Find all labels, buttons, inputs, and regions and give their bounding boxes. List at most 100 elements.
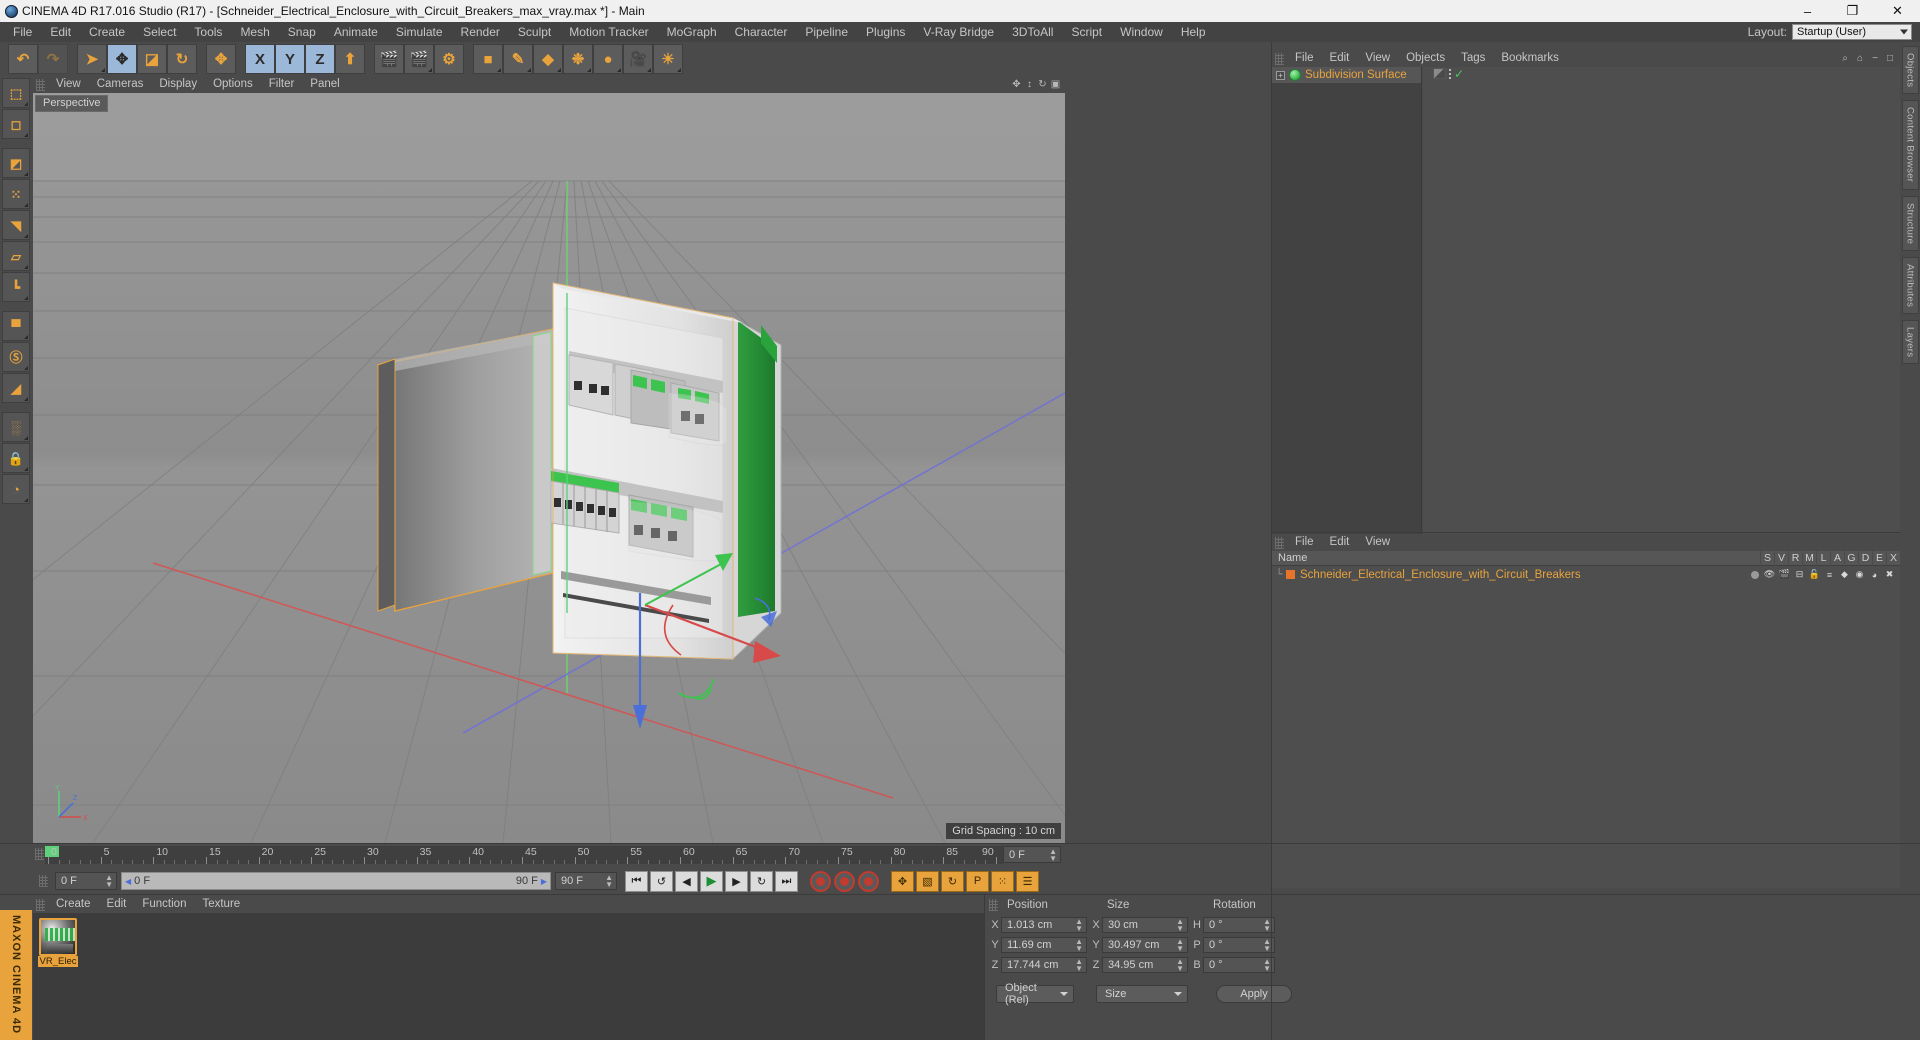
xpresso-icon[interactable]: ✖ (1883, 569, 1896, 580)
range-start-handle-icon[interactable]: ◀ (125, 877, 131, 886)
apply-button[interactable]: Apply (1216, 985, 1292, 1003)
column-header-name[interactable]: Name (1272, 552, 1760, 564)
panel-grip-icon[interactable] (36, 898, 45, 911)
flyout-corner-icon[interactable] (428, 68, 432, 72)
scale-key-toggle[interactable]: ▧ (916, 870, 939, 892)
redo-button[interactable]: ↷ (38, 44, 68, 74)
step-back-keyframe-button[interactable]: ↺ (650, 870, 673, 892)
object-manager-menu-file[interactable]: File (1287, 534, 1322, 551)
viewport-menu-cameras[interactable]: Cameras (89, 76, 152, 93)
flyout-corner-icon[interactable] (24, 133, 28, 137)
autokeying-button[interactable] (834, 870, 855, 892)
deformer-icon[interactable]: ◉ (1853, 569, 1866, 580)
points-mode-tool[interactable]: ⁙ (2, 179, 30, 209)
flyout-corner-icon[interactable] (24, 265, 28, 269)
position-z-field[interactable]: 17.744 cm ▲ ▼ (1001, 957, 1087, 973)
range-end-handle-icon[interactable]: ▶ (541, 877, 547, 886)
maximize-button[interactable]: ❐ (1830, 0, 1875, 22)
generator-icon[interactable]: ◆ (1838, 569, 1851, 580)
flyout-corner-icon[interactable] (24, 397, 28, 401)
viewport-canvas[interactable]: Perspective Grid Spacing : 10 cm Y X Z (33, 93, 1065, 843)
menu-item-v-ray-bridge[interactable]: V-Ray Bridge (914, 22, 1003, 42)
menu-item-sculpt[interactable]: Sculpt (509, 22, 560, 42)
search-icon[interactable]: ⌕ (1839, 53, 1851, 64)
stepper-icon[interactable]: ▲ ▼ (1176, 918, 1184, 933)
workplane-tool[interactable]: ◢ (2, 373, 30, 403)
stepper-icon[interactable]: ▲ ▼ (1049, 847, 1057, 862)
stepper-icon[interactable]: ▲ ▼ (1075, 958, 1083, 973)
content-browser-menu-tags[interactable]: Tags (1453, 50, 1493, 67)
edges-mode-tool[interactable]: ◥ (2, 210, 30, 240)
menu-item-snap[interactable]: Snap (279, 22, 325, 42)
flyout-corner-icon[interactable] (101, 68, 105, 72)
column-header-m[interactable]: M (1802, 550, 1816, 566)
panel-grip-icon[interactable] (989, 898, 998, 911)
expand-icon[interactable]: + (1276, 70, 1285, 80)
menu-item-mesh[interactable]: Mesh (231, 22, 278, 42)
tree-item-subdivision-surface[interactable]: + Subdivision Surface (1272, 67, 1421, 83)
content-browser-menu-edit[interactable]: Edit (1322, 50, 1358, 67)
snap-toggle-tool[interactable]: ░ (2, 412, 30, 442)
menu-item-render[interactable]: Render (452, 22, 509, 42)
content-browser-content[interactable]: ✓ (1423, 67, 1900, 550)
menu-item-animate[interactable]: Animate (325, 22, 387, 42)
add-light-button[interactable]: ☀ (653, 44, 683, 74)
timeline-settings-button[interactable]: ☰ (1016, 870, 1039, 892)
size-mode-dropdown[interactable]: Size (1096, 985, 1188, 1003)
record-active-objects-button[interactable] (810, 870, 831, 892)
dock-tab-layers[interactable]: Layers (1901, 319, 1919, 365)
material-menu-texture[interactable]: Texture (194, 896, 248, 913)
layer-icon[interactable]: ≡ (1823, 569, 1836, 580)
content-browser-menu-view[interactable]: View (1357, 50, 1398, 67)
add-camera-button[interactable]: 🎥 (623, 44, 653, 74)
column-header-d[interactable]: D (1858, 550, 1872, 566)
material-thumbnail[interactable] (39, 918, 77, 956)
object-manager-menu-view[interactable]: View (1357, 534, 1398, 551)
flyout-corner-icon[interactable] (24, 498, 28, 502)
flyout-corner-icon[interactable] (24, 335, 28, 339)
stepper-icon[interactable]: ▲ ▼ (105, 874, 113, 889)
rotation-h-field[interactable]: 0 ° ▲ ▼ (1203, 917, 1275, 933)
flyout-corner-icon[interactable] (497, 68, 501, 72)
viewport-menu-panel[interactable]: Panel (302, 76, 347, 93)
rotation-p-field[interactable]: 0 ° ▲ ▼ (1203, 937, 1275, 953)
dock-tab-objects[interactable]: Objects (1901, 46, 1919, 95)
flyout-corner-icon[interactable] (677, 68, 681, 72)
render-view-button[interactable]: 🎬 (374, 44, 404, 74)
menu-item-motion-tracker[interactable]: Motion Tracker (560, 22, 657, 42)
keyframe-selection-button[interactable] (858, 870, 879, 892)
menu-item-file[interactable]: File (4, 22, 41, 42)
lock-workplane-tool[interactable]: 🔒 (2, 443, 30, 473)
panel-grip-icon[interactable] (1275, 52, 1284, 65)
column-header-r[interactable]: R (1788, 550, 1802, 566)
position-x-field[interactable]: 1.013 cm ▲ ▼ (1001, 917, 1087, 933)
texture-tag-icon[interactable] (1433, 68, 1446, 79)
add-scene-object-button[interactable]: ● (593, 44, 623, 74)
point-level-animation-toggle[interactable]: ⁙ (991, 870, 1014, 892)
make-editable-tool[interactable]: ⬚ (2, 78, 30, 108)
content-browser-menu-objects[interactable]: Objects (1398, 50, 1453, 67)
layout-dropdown[interactable]: Startup (User) (1792, 24, 1912, 40)
visibility-icon[interactable]: 👁 (1763, 569, 1776, 580)
flyout-corner-icon[interactable] (24, 366, 28, 370)
lock-z-axis[interactable]: Z (305, 44, 335, 74)
stepper-icon[interactable]: ▲ ▼ (1075, 938, 1083, 953)
position-key-toggle[interactable]: ✥ (891, 870, 914, 892)
world-object-axis-toggle[interactable]: ✥ (206, 44, 236, 74)
viewport-menu-display[interactable]: Display (151, 76, 205, 93)
panel-grip-icon[interactable] (39, 875, 48, 887)
move-view-icon[interactable]: ✥ (1011, 79, 1022, 90)
menu-item-script[interactable]: Script (1062, 22, 1111, 42)
size-z-field[interactable]: 34.95 cm ▲ ▼ (1102, 957, 1188, 973)
flyout-corner-icon[interactable] (24, 102, 28, 106)
render-settings-button[interactable]: ⚙ (434, 44, 464, 74)
parameter-key-toggle[interactable]: P (966, 870, 989, 892)
flyout-corner-icon[interactable] (24, 296, 28, 300)
flyout-corner-icon[interactable] (24, 436, 28, 440)
lock-y-axis[interactable]: Y (275, 44, 305, 74)
flyout-corner-icon[interactable] (587, 68, 591, 72)
panel-grip-icon[interactable] (36, 78, 45, 91)
step-forward-keyframe-button[interactable]: ↻ (750, 870, 773, 892)
move-tool[interactable]: ✥ (107, 44, 137, 74)
menu-item-mograph[interactable]: MoGraph (658, 22, 726, 42)
